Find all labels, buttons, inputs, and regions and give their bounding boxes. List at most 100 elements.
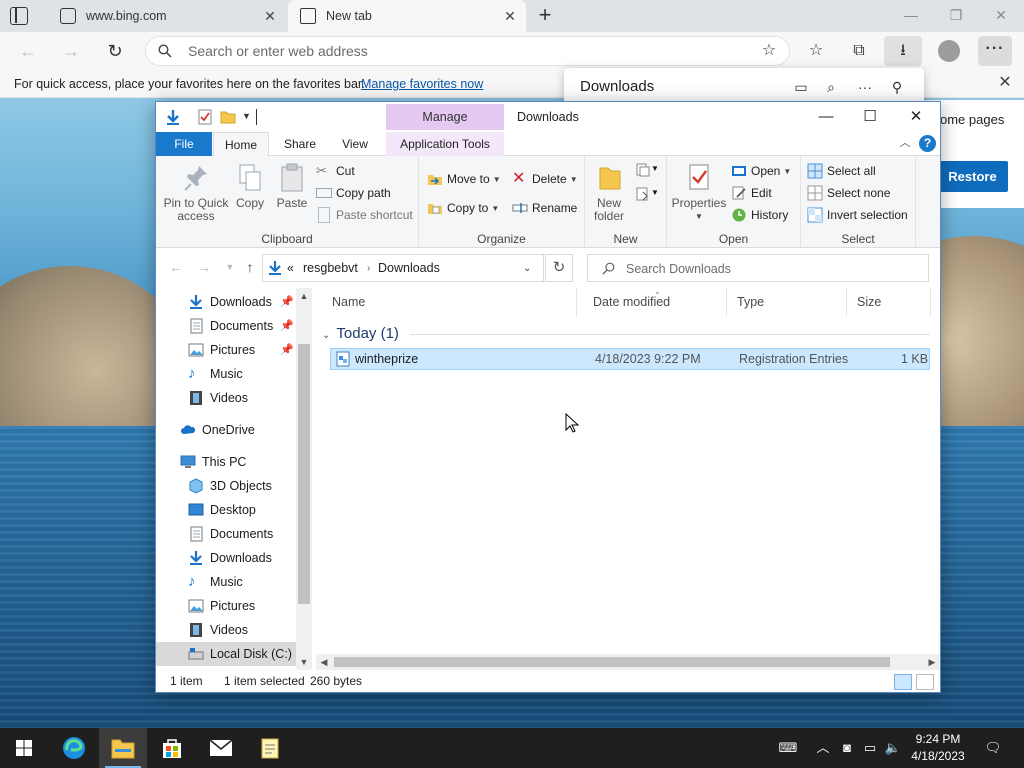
chevron-down-icon[interactable]: ⌄ bbox=[523, 263, 531, 274]
breadcrumb-separator-icon[interactable]: › bbox=[367, 263, 370, 274]
move-to-button[interactable]: Move to ▼ bbox=[427, 169, 501, 189]
file-row[interactable]: wintheprize 4/18/2023 9:22 PM Registrati… bbox=[330, 348, 930, 370]
restore-button[interactable]: Restore bbox=[937, 161, 1008, 192]
tab-home[interactable]: Home bbox=[213, 132, 269, 157]
collections-icon[interactable]: ⧉ bbox=[848, 40, 870, 62]
nav-item-downloads[interactable]: Downloads bbox=[156, 546, 296, 570]
taskbar-store[interactable] bbox=[148, 728, 196, 768]
rename-button[interactable]: Rename bbox=[512, 198, 577, 218]
back-arrow-icon[interactable]: ← bbox=[168, 259, 184, 275]
nav-item-videos[interactable]: Videos bbox=[156, 618, 296, 642]
new-item-icon[interactable] bbox=[635, 162, 651, 178]
minimize-button[interactable]: — bbox=[897, 4, 925, 26]
up-arrow-icon[interactable]: ↑ bbox=[242, 259, 258, 275]
downloads-button[interactable]: ⭳ bbox=[884, 36, 922, 66]
nav-scrollbar[interactable]: ▲ ▼ bbox=[296, 288, 312, 670]
copy-path-button[interactable]: Copy path bbox=[316, 183, 391, 203]
large-icons-view-icon[interactable] bbox=[916, 674, 934, 690]
tab-new-tab[interactable]: New tab ✕ bbox=[288, 0, 526, 32]
taskbar-clock[interactable]: 9:24 PM 4/18/2023 bbox=[905, 731, 971, 765]
profile-avatar[interactable] bbox=[938, 40, 960, 62]
new-item-caret-icon[interactable]: ▼ bbox=[651, 164, 659, 173]
easy-access-icon[interactable] bbox=[635, 186, 651, 202]
open-button[interactable]: Open ▼ bbox=[731, 161, 791, 181]
recent-locations-icon[interactable]: ▼ bbox=[222, 259, 238, 275]
taskbar-file-explorer[interactable] bbox=[99, 728, 147, 768]
close-icon[interactable]: ✕ bbox=[262, 8, 278, 24]
paste-shortcut-button[interactable]: Paste shortcut bbox=[316, 205, 413, 225]
customize-quick-access-icon[interactable]: ▼ bbox=[242, 111, 251, 121]
new-folder-button[interactable]: New folder bbox=[589, 162, 629, 223]
delete-button[interactable]: ✕ Delete ▼ bbox=[512, 169, 578, 189]
h-scroll-thumb[interactable] bbox=[334, 657, 890, 667]
scroll-down-icon[interactable]: ▼ bbox=[296, 654, 312, 670]
nav-item-pictures[interactable]: Pictures bbox=[156, 594, 296, 618]
close-button[interactable]: ✕ bbox=[894, 106, 938, 128]
copy-button[interactable]: Copy bbox=[232, 162, 268, 210]
start-button[interactable] bbox=[0, 728, 48, 768]
tab-share[interactable]: Share bbox=[274, 132, 326, 156]
column-header-size[interactable]: Size bbox=[847, 288, 931, 316]
minimize-button[interactable]: — bbox=[804, 106, 848, 128]
properties-quick-icon[interactable] bbox=[196, 108, 214, 126]
nav-item-music-quick[interactable]: ♪ Music bbox=[156, 362, 296, 386]
help-icon[interactable]: ? bbox=[919, 135, 936, 152]
close-window-button[interactable]: ✕ bbox=[987, 4, 1015, 26]
nav-item-3d-objects[interactable]: 3D Objects bbox=[156, 474, 296, 498]
restore-window-button[interactable]: ❐ bbox=[942, 4, 970, 26]
search-input[interactable] bbox=[626, 260, 916, 278]
easy-access-caret-icon[interactable]: ▼ bbox=[651, 188, 659, 197]
touch-keyboard-icon[interactable]: ⌨ bbox=[776, 738, 800, 758]
details-view-icon[interactable] bbox=[894, 674, 912, 690]
invert-selection-button[interactable]: Invert selection bbox=[807, 205, 908, 225]
properties-button[interactable]: Properties ▼ bbox=[671, 162, 727, 223]
tab-bing[interactable]: www.bing.com ✕ bbox=[48, 0, 286, 32]
add-favorite-icon[interactable]: ☆ bbox=[758, 40, 780, 62]
refresh-button[interactable]: ↻ bbox=[104, 40, 126, 62]
nav-item-desktop[interactable]: Desktop bbox=[156, 498, 296, 522]
select-all-button[interactable]: Select all bbox=[807, 161, 876, 181]
new-tab-button[interactable]: + bbox=[533, 4, 557, 28]
nav-item-downloads-quick[interactable]: Downloads 📌 bbox=[156, 290, 296, 314]
explorer-search-box[interactable] bbox=[587, 254, 929, 282]
back-button[interactable]: ← bbox=[17, 40, 39, 62]
breadcrumb-downloads[interactable]: Downloads bbox=[378, 261, 440, 275]
open-folder-icon[interactable]: ▭ bbox=[792, 78, 810, 96]
favorites-icon[interactable]: ☆ bbox=[805, 40, 827, 62]
show-hidden-icons-icon[interactable]: ︿ bbox=[813, 738, 833, 758]
settings-more-button[interactable]: ··· bbox=[978, 36, 1012, 66]
explorer-address-bar[interactable]: « resgbebvt › Downloads ⌄ bbox=[262, 254, 544, 282]
scroll-right-icon[interactable]: ▶ bbox=[924, 654, 940, 670]
history-button[interactable]: History bbox=[731, 205, 788, 225]
address-bar[interactable]: ☆ bbox=[145, 36, 790, 66]
close-icon[interactable]: ✕ bbox=[996, 74, 1014, 92]
copy-to-button[interactable]: Copy to ▼ bbox=[427, 198, 499, 218]
tab-view[interactable]: View bbox=[332, 132, 378, 156]
select-none-button[interactable]: Select none bbox=[807, 183, 890, 203]
search-icon[interactable]: ⌕ bbox=[822, 78, 840, 96]
refresh-button[interactable]: ↻ bbox=[545, 254, 573, 282]
nav-item-onedrive[interactable]: OneDrive bbox=[156, 418, 296, 442]
scroll-up-icon[interactable]: ▲ bbox=[296, 288, 312, 304]
nav-item-documents-quick[interactable]: Documents 📌 bbox=[156, 314, 296, 338]
taskbar-mail[interactable] bbox=[197, 728, 245, 768]
nav-item-this-pc[interactable]: This PC bbox=[156, 450, 296, 474]
tab-application-tools[interactable]: Application Tools bbox=[386, 132, 504, 156]
column-header-name[interactable]: Name bbox=[322, 288, 577, 316]
forward-arrow-icon[interactable]: → bbox=[196, 259, 212, 275]
paste-button[interactable]: Paste bbox=[272, 162, 312, 210]
nav-item-documents[interactable]: Documents bbox=[156, 522, 296, 546]
tab-actions-icon[interactable] bbox=[10, 7, 28, 25]
close-icon[interactable]: ✕ bbox=[502, 8, 518, 24]
breadcrumb-overflow[interactable]: « bbox=[287, 261, 294, 275]
breadcrumb-user[interactable]: resgbebvt bbox=[303, 261, 358, 275]
notifications-icon[interactable]: 🗨 bbox=[982, 738, 1004, 758]
nav-scroll-thumb[interactable] bbox=[298, 344, 310, 604]
pin-to-quick-access-button[interactable]: Pin to Quick access bbox=[162, 162, 230, 223]
maximize-button[interactable]: ☐ bbox=[848, 106, 892, 128]
more-options-icon[interactable]: ··· bbox=[856, 78, 874, 96]
tab-file[interactable]: File bbox=[156, 132, 212, 156]
column-header-type[interactable]: Type bbox=[727, 288, 847, 316]
address-input[interactable] bbox=[188, 41, 748, 61]
nav-item-pictures-quick[interactable]: Pictures 📌 bbox=[156, 338, 296, 362]
